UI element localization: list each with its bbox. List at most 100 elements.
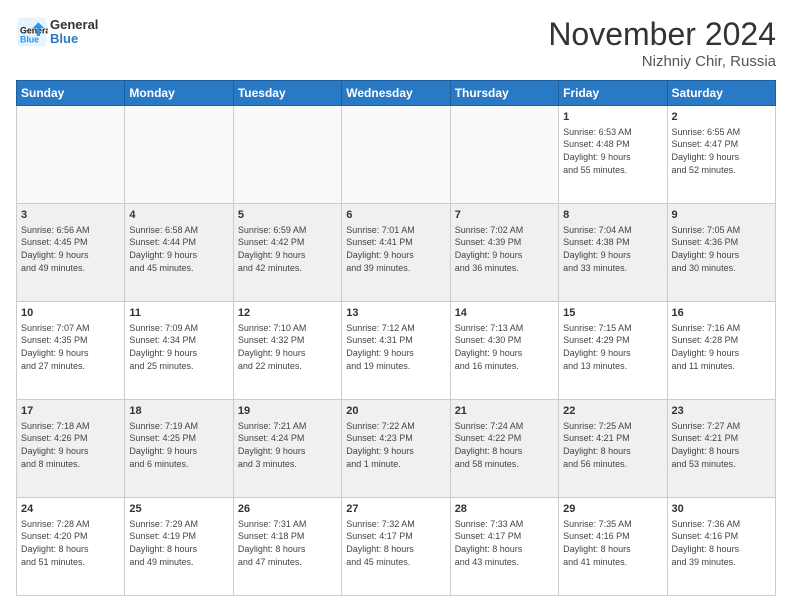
logo: General Blue GeneralBlue <box>16 16 98 48</box>
day-number: 15 <box>563 306 662 321</box>
day-info: Sunrise: 7:28 AM Sunset: 4:20 PM Dayligh… <box>21 518 120 568</box>
day-number: 2 <box>672 110 771 125</box>
day-info: Sunrise: 7:12 AM Sunset: 4:31 PM Dayligh… <box>346 322 445 372</box>
day-cell-15: 15Sunrise: 7:15 AM Sunset: 4:29 PM Dayli… <box>559 302 667 400</box>
weekday-header-monday: Monday <box>125 81 233 106</box>
day-number: 14 <box>455 306 554 321</box>
day-number: 26 <box>238 502 337 517</box>
logo-icon: General Blue <box>16 16 48 48</box>
month-title: November 2024 <box>548 16 776 53</box>
day-number: 21 <box>455 404 554 419</box>
day-number: 25 <box>129 502 228 517</box>
day-cell-14: 14Sunrise: 7:13 AM Sunset: 4:30 PM Dayli… <box>450 302 558 400</box>
day-info: Sunrise: 7:25 AM Sunset: 4:21 PM Dayligh… <box>563 420 662 470</box>
day-number: 16 <box>672 306 771 321</box>
logo-text: GeneralBlue <box>50 18 98 47</box>
day-cell-16: 16Sunrise: 7:16 AM Sunset: 4:28 PM Dayli… <box>667 302 775 400</box>
day-number: 29 <box>563 502 662 517</box>
day-cell-7: 7Sunrise: 7:02 AM Sunset: 4:39 PM Daylig… <box>450 204 558 302</box>
header: General Blue GeneralBlue November 2024 N… <box>16 16 776 70</box>
day-info: Sunrise: 7:24 AM Sunset: 4:22 PM Dayligh… <box>455 420 554 470</box>
day-cell-20: 20Sunrise: 7:22 AM Sunset: 4:23 PM Dayli… <box>342 400 450 498</box>
day-number: 7 <box>455 208 554 223</box>
day-number: 9 <box>672 208 771 223</box>
day-cell-19: 19Sunrise: 7:21 AM Sunset: 4:24 PM Dayli… <box>233 400 341 498</box>
day-info: Sunrise: 7:07 AM Sunset: 4:35 PM Dayligh… <box>21 322 120 372</box>
day-number: 17 <box>21 404 120 419</box>
week-row-4: 17Sunrise: 7:18 AM Sunset: 4:26 PM Dayli… <box>17 400 776 498</box>
day-info: Sunrise: 7:18 AM Sunset: 4:26 PM Dayligh… <box>21 420 120 470</box>
day-cell-18: 18Sunrise: 7:19 AM Sunset: 4:25 PM Dayli… <box>125 400 233 498</box>
day-number: 6 <box>346 208 445 223</box>
day-info: Sunrise: 7:09 AM Sunset: 4:34 PM Dayligh… <box>129 322 228 372</box>
day-info: Sunrise: 6:59 AM Sunset: 4:42 PM Dayligh… <box>238 224 337 274</box>
day-cell-4: 4Sunrise: 6:58 AM Sunset: 4:44 PM Daylig… <box>125 204 233 302</box>
day-info: Sunrise: 7:04 AM Sunset: 4:38 PM Dayligh… <box>563 224 662 274</box>
page: General Blue GeneralBlue November 2024 N… <box>0 0 792 612</box>
empty-cell <box>342 106 450 204</box>
weekday-header-sunday: Sunday <box>17 81 125 106</box>
weekday-header-tuesday: Tuesday <box>233 81 341 106</box>
day-info: Sunrise: 7:13 AM Sunset: 4:30 PM Dayligh… <box>455 322 554 372</box>
day-info: Sunrise: 7:10 AM Sunset: 4:32 PM Dayligh… <box>238 322 337 372</box>
week-row-5: 24Sunrise: 7:28 AM Sunset: 4:20 PM Dayli… <box>17 498 776 596</box>
day-info: Sunrise: 7:36 AM Sunset: 4:16 PM Dayligh… <box>672 518 771 568</box>
day-cell-26: 26Sunrise: 7:31 AM Sunset: 4:18 PM Dayli… <box>233 498 341 596</box>
day-cell-21: 21Sunrise: 7:24 AM Sunset: 4:22 PM Dayli… <box>450 400 558 498</box>
day-number: 13 <box>346 306 445 321</box>
day-number: 22 <box>563 404 662 419</box>
week-row-3: 10Sunrise: 7:07 AM Sunset: 4:35 PM Dayli… <box>17 302 776 400</box>
weekday-header-row: SundayMondayTuesdayWednesdayThursdayFrid… <box>17 81 776 106</box>
empty-cell <box>233 106 341 204</box>
day-info: Sunrise: 7:31 AM Sunset: 4:18 PM Dayligh… <box>238 518 337 568</box>
day-info: Sunrise: 7:27 AM Sunset: 4:21 PM Dayligh… <box>672 420 771 470</box>
day-cell-30: 30Sunrise: 7:36 AM Sunset: 4:16 PM Dayli… <box>667 498 775 596</box>
day-info: Sunrise: 7:01 AM Sunset: 4:41 PM Dayligh… <box>346 224 445 274</box>
day-info: Sunrise: 7:02 AM Sunset: 4:39 PM Dayligh… <box>455 224 554 274</box>
empty-cell <box>17 106 125 204</box>
day-number: 1 <box>563 110 662 125</box>
day-info: Sunrise: 6:53 AM Sunset: 4:48 PM Dayligh… <box>563 126 662 176</box>
svg-text:Blue: Blue <box>20 34 39 44</box>
day-number: 5 <box>238 208 337 223</box>
title-block: November 2024 Nizhniy Chir, Russia <box>548 16 776 70</box>
day-cell-24: 24Sunrise: 7:28 AM Sunset: 4:20 PM Dayli… <box>17 498 125 596</box>
day-info: Sunrise: 6:58 AM Sunset: 4:44 PM Dayligh… <box>129 224 228 274</box>
day-number: 27 <box>346 502 445 517</box>
day-cell-6: 6Sunrise: 7:01 AM Sunset: 4:41 PM Daylig… <box>342 204 450 302</box>
day-cell-3: 3Sunrise: 6:56 AM Sunset: 4:45 PM Daylig… <box>17 204 125 302</box>
day-cell-11: 11Sunrise: 7:09 AM Sunset: 4:34 PM Dayli… <box>125 302 233 400</box>
week-row-1: 1Sunrise: 6:53 AM Sunset: 4:48 PM Daylig… <box>17 106 776 204</box>
day-number: 18 <box>129 404 228 419</box>
day-cell-2: 2Sunrise: 6:55 AM Sunset: 4:47 PM Daylig… <box>667 106 775 204</box>
day-cell-9: 9Sunrise: 7:05 AM Sunset: 4:36 PM Daylig… <box>667 204 775 302</box>
empty-cell <box>450 106 558 204</box>
day-number: 20 <box>346 404 445 419</box>
weekday-header-wednesday: Wednesday <box>342 81 450 106</box>
day-info: Sunrise: 7:16 AM Sunset: 4:28 PM Dayligh… <box>672 322 771 372</box>
day-info: Sunrise: 7:21 AM Sunset: 4:24 PM Dayligh… <box>238 420 337 470</box>
day-cell-22: 22Sunrise: 7:25 AM Sunset: 4:21 PM Dayli… <box>559 400 667 498</box>
weekday-header-thursday: Thursday <box>450 81 558 106</box>
day-cell-25: 25Sunrise: 7:29 AM Sunset: 4:19 PM Dayli… <box>125 498 233 596</box>
day-info: Sunrise: 7:22 AM Sunset: 4:23 PM Dayligh… <box>346 420 445 470</box>
day-cell-8: 8Sunrise: 7:04 AM Sunset: 4:38 PM Daylig… <box>559 204 667 302</box>
day-number: 28 <box>455 502 554 517</box>
day-info: Sunrise: 7:33 AM Sunset: 4:17 PM Dayligh… <box>455 518 554 568</box>
day-cell-23: 23Sunrise: 7:27 AM Sunset: 4:21 PM Dayli… <box>667 400 775 498</box>
day-info: Sunrise: 7:15 AM Sunset: 4:29 PM Dayligh… <box>563 322 662 372</box>
day-cell-5: 5Sunrise: 6:59 AM Sunset: 4:42 PM Daylig… <box>233 204 341 302</box>
day-number: 19 <box>238 404 337 419</box>
day-number: 3 <box>21 208 120 223</box>
day-cell-10: 10Sunrise: 7:07 AM Sunset: 4:35 PM Dayli… <box>17 302 125 400</box>
day-number: 4 <box>129 208 228 223</box>
day-number: 10 <box>21 306 120 321</box>
day-cell-27: 27Sunrise: 7:32 AM Sunset: 4:17 PM Dayli… <box>342 498 450 596</box>
day-cell-1: 1Sunrise: 6:53 AM Sunset: 4:48 PM Daylig… <box>559 106 667 204</box>
week-row-2: 3Sunrise: 6:56 AM Sunset: 4:45 PM Daylig… <box>17 204 776 302</box>
day-info: Sunrise: 7:35 AM Sunset: 4:16 PM Dayligh… <box>563 518 662 568</box>
day-info: Sunrise: 6:55 AM Sunset: 4:47 PM Dayligh… <box>672 126 771 176</box>
day-number: 12 <box>238 306 337 321</box>
day-number: 23 <box>672 404 771 419</box>
day-info: Sunrise: 7:19 AM Sunset: 4:25 PM Dayligh… <box>129 420 228 470</box>
